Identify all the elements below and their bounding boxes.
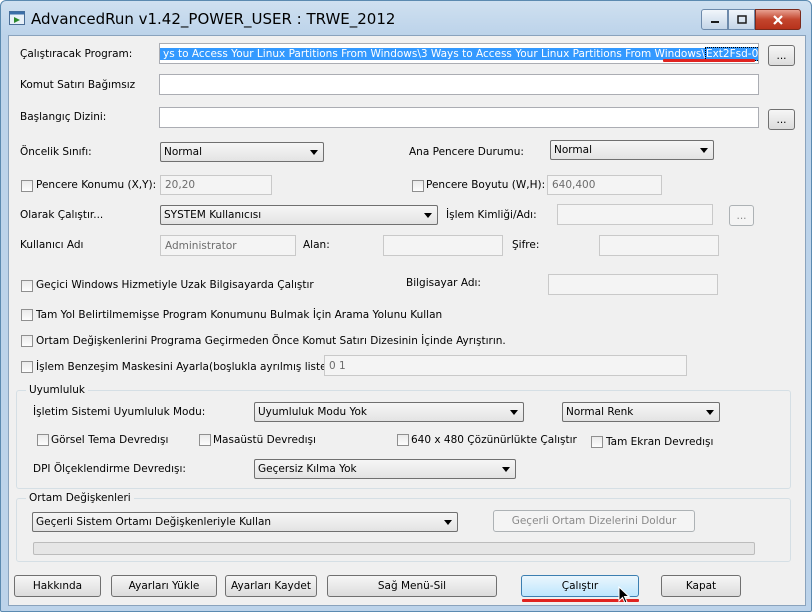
chevron-down-icon bbox=[706, 410, 714, 415]
remote-service-label: Geçici Windows Hizmetiyle Uzak Bilgisaya… bbox=[36, 279, 314, 291]
priority-value: Normal bbox=[164, 146, 202, 158]
chevron-down-icon bbox=[444, 520, 452, 525]
os-mode-value: Uyumluluk Modu Yok bbox=[258, 406, 368, 418]
res-640-checkbox[interactable] bbox=[397, 434, 409, 446]
title-bar[interactable]: AdvancedRun v1.42_POWER_USER : TRWE_2012 bbox=[1, 1, 811, 35]
password-label: Şifre: bbox=[512, 239, 540, 251]
chevron-down-icon bbox=[700, 148, 708, 153]
close-window-button[interactable] bbox=[755, 9, 801, 30]
affinity-label: İşlem Benzeşim Maskesini Ayarla(boşlukla… bbox=[36, 361, 335, 373]
window-size-checkbox[interactable] bbox=[412, 180, 424, 192]
env-group-title: Ortam Değişkenleri bbox=[26, 492, 134, 504]
parse-env-label: Ortam Değişkenlerini Programa Geçirmeden… bbox=[36, 335, 506, 347]
computer-name-label: Bilgisayar Adı: bbox=[406, 277, 481, 289]
start-dir-label: Başlangıç Dizini: bbox=[20, 111, 107, 123]
window-size-input[interactable]: 640,400 bbox=[547, 175, 662, 195]
run-as-value: SYSTEM Kullanıcısı bbox=[164, 209, 262, 221]
search-path-label: Tam Yol Belirtilmemişse Program Konumunu… bbox=[36, 309, 443, 321]
load-settings-button[interactable]: Ayarları Yükle bbox=[111, 575, 217, 597]
process-browse-button[interactable]: ... bbox=[729, 205, 754, 226]
mouse-cursor-icon bbox=[618, 586, 631, 604]
visual-theme-label: Görsel Tema Devredışı bbox=[51, 434, 169, 446]
env-scrollbar[interactable] bbox=[33, 542, 755, 555]
run-as-label: Olarak Çalıştır... bbox=[20, 209, 104, 221]
about-button[interactable]: Hakkında bbox=[14, 575, 101, 597]
chevron-down-icon bbox=[510, 410, 518, 415]
window-position-input[interactable]: 20,20 bbox=[160, 175, 272, 195]
dpi-label: DPI Ölçeklendirme Devredışı: bbox=[33, 463, 186, 475]
window-position-checkbox[interactable] bbox=[21, 180, 33, 192]
compat-group-title: Uyumluluk bbox=[26, 384, 89, 396]
close-button[interactable]: Kapat bbox=[661, 575, 741, 597]
res-640-label: 640 x 480 Çözünürlükte Çalıştır bbox=[411, 434, 577, 446]
main-panel: Çalıştıracak Program: ys to Access Your … bbox=[8, 35, 806, 606]
dpi-select[interactable]: Geçersiz Kılma Yok bbox=[254, 459, 516, 479]
domain-input[interactable] bbox=[383, 235, 503, 256]
window-position-label: Pencere Konumu (X,Y): bbox=[36, 179, 157, 191]
program-label: Çalıştıracak Program: bbox=[20, 48, 133, 60]
password-input[interactable] bbox=[599, 235, 719, 256]
main-window-state-value: Normal bbox=[554, 144, 592, 156]
command-line-label: Komut Satırı Bağımsız bbox=[20, 79, 136, 91]
main-window-state-label: Ana Pencere Durumu: bbox=[409, 146, 524, 158]
desktop-composition-checkbox[interactable] bbox=[199, 434, 211, 446]
chevron-down-icon bbox=[502, 467, 510, 472]
computer-name-input[interactable] bbox=[548, 274, 718, 295]
process-id-label: İşlem Kimliği/Adı: bbox=[446, 209, 537, 221]
chevron-down-icon bbox=[424, 213, 432, 218]
start-dir-browse-button[interactable]: ... bbox=[768, 109, 795, 130]
context-menu-remove-button[interactable]: Sağ Menü-Sil bbox=[327, 575, 497, 597]
env-value: Geçerli Sistem Ortamı Değişkenleriyle Ku… bbox=[36, 516, 272, 528]
process-id-input[interactable] bbox=[557, 204, 713, 225]
program-browse-button[interactable]: ... bbox=[768, 45, 795, 66]
chevron-down-icon bbox=[310, 150, 318, 155]
main-window-state-select[interactable]: Normal bbox=[550, 140, 714, 160]
parse-env-checkbox[interactable] bbox=[21, 335, 33, 347]
annotation-underline-exe bbox=[663, 59, 755, 62]
program-path-text: ys to Access Your Linux Partitions From … bbox=[160, 47, 705, 60]
search-path-checkbox[interactable] bbox=[21, 309, 33, 321]
affinity-checkbox[interactable] bbox=[21, 361, 33, 373]
minimize-button[interactable] bbox=[701, 9, 728, 30]
app-icon bbox=[9, 11, 25, 25]
os-mode-label: İşletim Sistemi Uyumluluk Modu: bbox=[33, 406, 206, 418]
app-window: AdvancedRun v1.42_POWER_USER : TRWE_2012… bbox=[0, 0, 812, 612]
desktop-composition-label: Masaüstü Devredışı bbox=[213, 434, 316, 446]
user-name-label: Kullanıcı Adı bbox=[20, 239, 84, 251]
save-settings-button[interactable]: Ayarları Kaydet bbox=[225, 575, 317, 597]
env-select[interactable]: Geçerli Sistem Ortamı Değişkenleriyle Ku… bbox=[32, 512, 458, 532]
affinity-input[interactable]: 0 1 bbox=[324, 355, 687, 376]
user-name-input[interactable]: Administrator bbox=[160, 235, 296, 256]
maximize-button[interactable] bbox=[728, 9, 755, 30]
window-size-label: Pencere Boyutu (W,H): bbox=[426, 179, 546, 191]
remote-service-checkbox[interactable] bbox=[21, 280, 33, 292]
domain-label: Alan: bbox=[303, 239, 330, 251]
os-mode-select[interactable]: Uyumluluk Modu Yok bbox=[254, 402, 524, 422]
dpi-value: Geçersiz Kılma Yok bbox=[258, 463, 357, 475]
window-title: AdvancedRun v1.42_POWER_USER : TRWE_2012 bbox=[31, 10, 396, 28]
fill-env-button[interactable]: Geçerli Ortam Dizelerini Doldur bbox=[493, 510, 695, 532]
priority-label: Öncelik Sınıfı: bbox=[20, 146, 92, 158]
color-mode-select[interactable]: Normal Renk bbox=[562, 402, 720, 422]
priority-select[interactable]: Normal bbox=[160, 142, 324, 162]
maximize-icon bbox=[736, 15, 747, 24]
visual-theme-checkbox[interactable] bbox=[37, 434, 49, 446]
minimize-icon bbox=[710, 20, 719, 23]
color-mode-value: Normal Renk bbox=[566, 406, 634, 418]
fullscreen-label: Tam Ekran Devredışı bbox=[606, 436, 714, 448]
run-as-select[interactable]: SYSTEM Kullanıcısı bbox=[160, 205, 438, 225]
close-icon bbox=[773, 14, 783, 25]
command-line-input[interactable] bbox=[159, 74, 759, 95]
start-dir-input[interactable] bbox=[159, 107, 759, 128]
fullscreen-checkbox[interactable] bbox=[591, 436, 603, 448]
